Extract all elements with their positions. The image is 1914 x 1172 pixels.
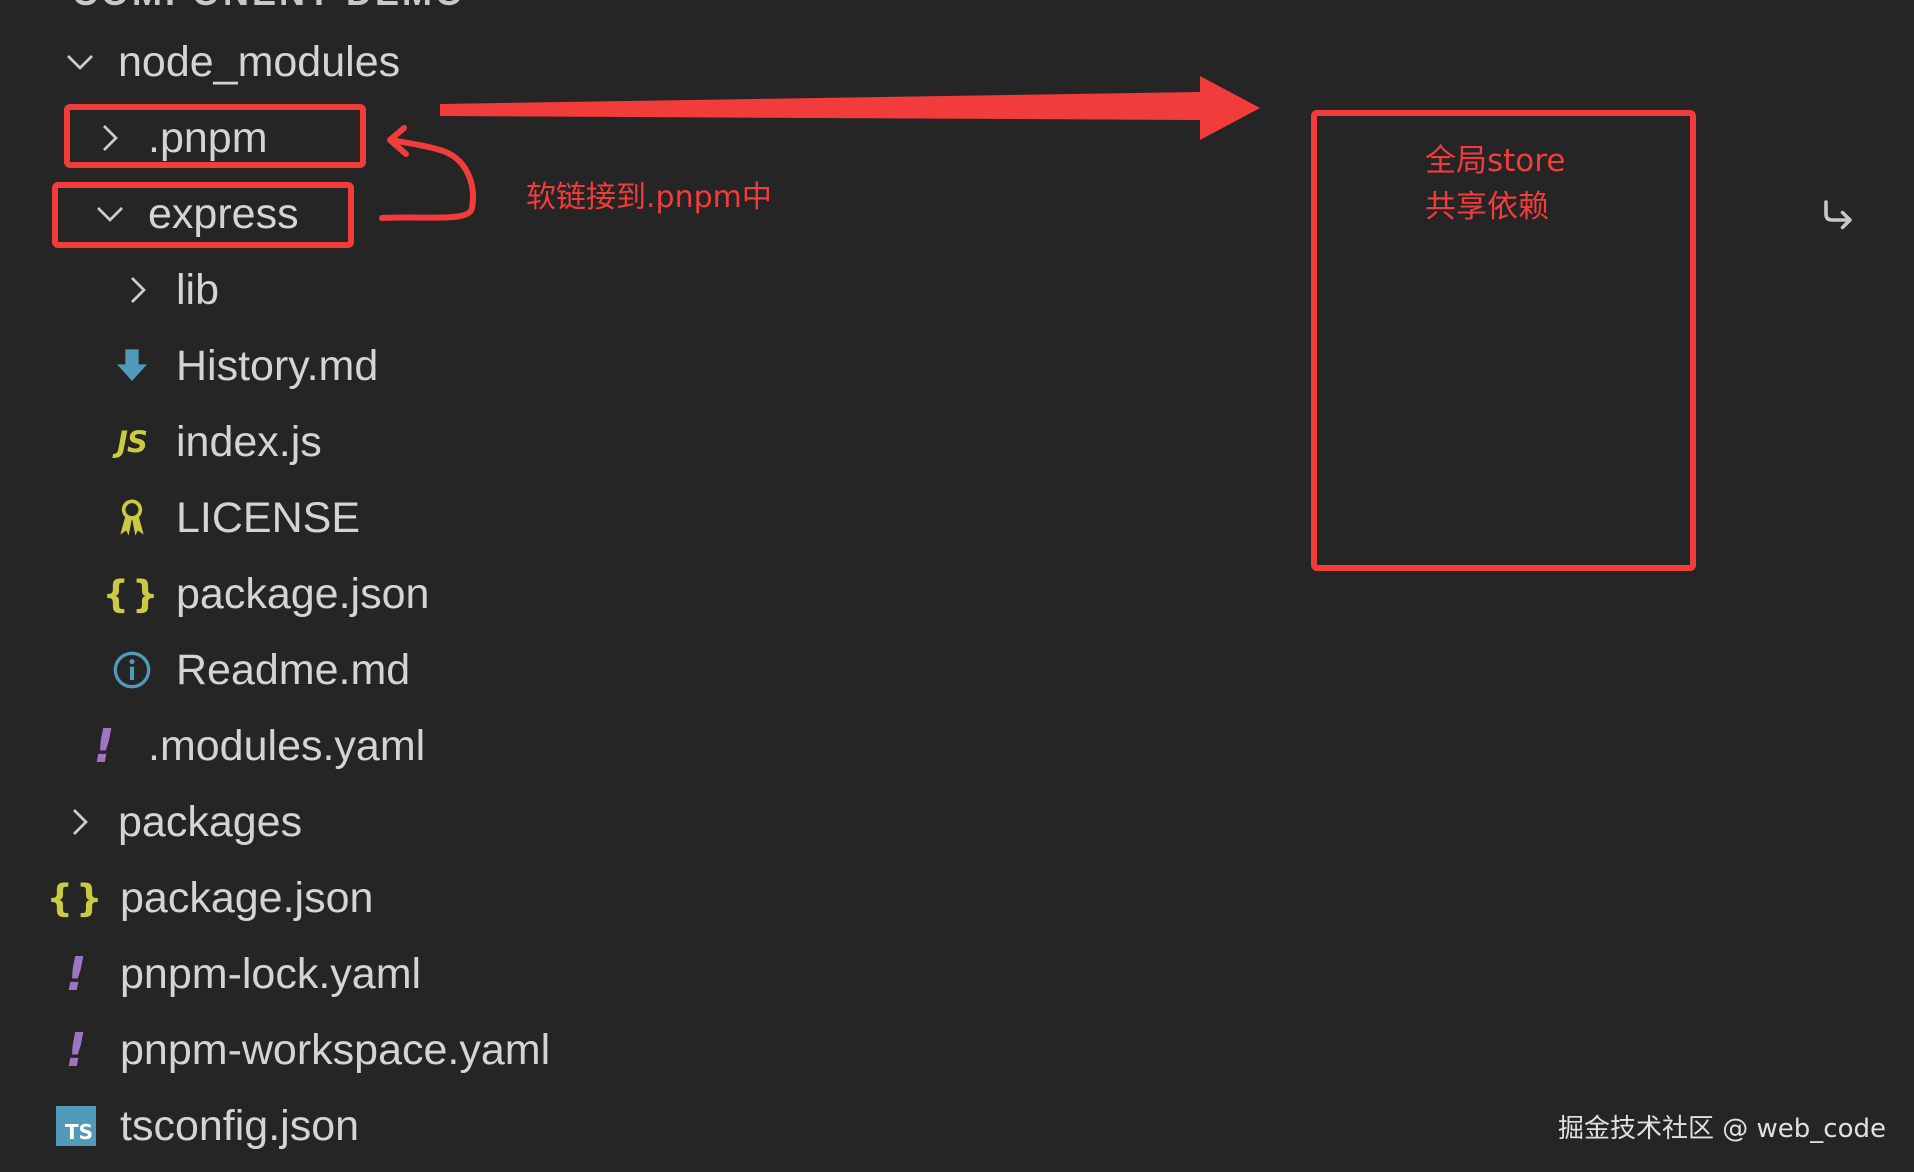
yaml-icon: ! (93, 719, 115, 773)
tree-item-label: package.json (120, 873, 374, 922)
tree-item-label: tsconfig.json (120, 1101, 360, 1150)
tree-file-license[interactable]: LICENSE (112, 486, 360, 550)
follow-link-icon[interactable] (1820, 196, 1856, 232)
explorer-section-header[interactable]: COMPONENT-DEMO (72, 0, 466, 13)
json-icon: {} (46, 876, 106, 920)
tree-file-package-json[interactable]: {} package.json (46, 866, 374, 930)
typescript-icon: TS (56, 1106, 96, 1146)
symlink-annotation: 软链接到.pnpm中 (526, 180, 772, 215)
tree-item-label: node_modules (118, 37, 401, 86)
tree-item-label: Readme.md (176, 645, 411, 694)
global-store-label: 全局store 共享依赖 (1425, 138, 1565, 230)
tree-file-pnpm-workspace-yaml[interactable]: ! pnpm-workspace.yaml (56, 1018, 551, 1082)
express-highlight-box (52, 182, 354, 248)
pnpm-highlight-box (64, 104, 366, 168)
tree-item-label: History.md (176, 341, 379, 390)
license-icon (112, 498, 152, 538)
tree-item-label: index.js (176, 417, 322, 466)
tree-item-label: lib (176, 265, 220, 314)
tree-folder-packages[interactable]: packages (62, 790, 302, 854)
chevron-down-icon (62, 44, 98, 80)
tree-folder-node-modules[interactable]: node_modules (62, 30, 400, 94)
tree-file-tsconfig-json[interactable]: TS tsconfig.json (56, 1094, 359, 1158)
yaml-icon: ! (65, 1023, 87, 1077)
tree-file-pnpm-lock-yaml[interactable]: ! pnpm-lock.yaml (56, 942, 422, 1006)
chevron-right-icon (62, 804, 98, 840)
tree-file-history-md[interactable]: History.md (112, 334, 378, 398)
tree-item-label: .modules.yaml (148, 721, 426, 770)
info-icon (112, 650, 152, 690)
yaml-icon: ! (65, 947, 87, 1001)
tree-file-modules-yaml[interactable]: ! .modules.yaml (84, 714, 426, 778)
tree-item-label: packages (118, 797, 303, 846)
tree-item-label: pnpm-lock.yaml (120, 949, 422, 998)
javascript-icon: JS (117, 425, 148, 459)
tree-file-express-package-json[interactable]: {} package.json (102, 562, 430, 626)
store-label-line1: 全局store (1425, 143, 1566, 179)
watermark: 掘金技术社区 @ web_code (1558, 1114, 1886, 1144)
tree-file-readme-md[interactable]: Readme.md (112, 638, 410, 702)
tree-file-index-js[interactable]: JS index.js (112, 410, 322, 474)
tree-folder-lib[interactable]: lib (120, 258, 219, 322)
markdown-download-icon (112, 346, 152, 386)
chevron-right-icon (120, 272, 156, 308)
tree-item-label: package.json (176, 569, 430, 618)
store-label-line2: 共享依赖 (1425, 189, 1549, 225)
tree-item-label: LICENSE (176, 493, 361, 542)
tree-item-label: pnpm-workspace.yaml (120, 1025, 551, 1074)
json-icon: {} (102, 572, 162, 616)
